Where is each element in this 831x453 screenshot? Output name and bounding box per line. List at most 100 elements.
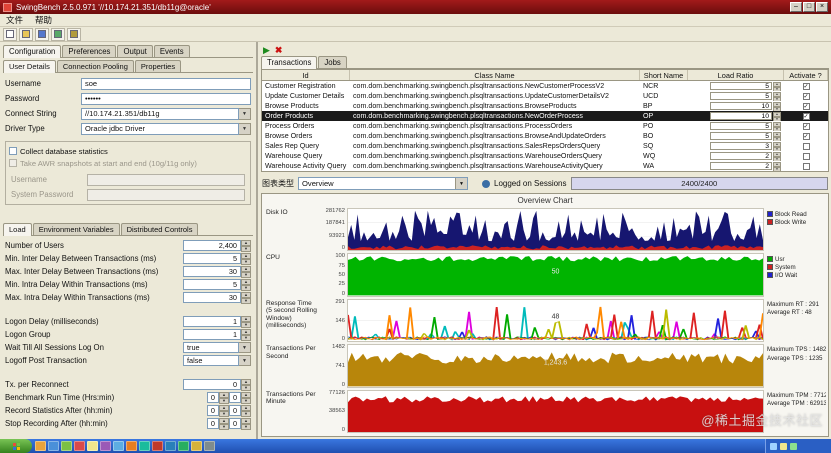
field-min-intra-delay-within-transactions-ms[interactable]: 5	[183, 279, 241, 290]
toolbar-button-lock-icon[interactable]	[67, 28, 81, 41]
load-ratio-spinner[interactable]: 2▲▼	[688, 161, 784, 171]
field-wait-till-all-sessions-log-on[interactable]: true	[183, 342, 239, 353]
taskbar-icon[interactable]	[178, 441, 189, 451]
field-max-inter-delay-between-transactions-ms[interactable]: 30	[183, 266, 241, 277]
taskbar-icon[interactable]	[204, 441, 215, 451]
chevron-down-icon[interactable]: ▼	[455, 178, 467, 189]
spinner-buttons[interactable]: ▲▼	[773, 112, 781, 120]
toolbar-button-save-file-icon[interactable]	[35, 28, 49, 41]
checkbox-icon[interactable]: ✓	[803, 123, 810, 130]
spinner-buttons[interactable]: ▲▼	[241, 253, 251, 264]
column-header-short-name[interactable]: Short Name	[640, 70, 688, 80]
taskbar-icon[interactable]	[126, 441, 137, 451]
table-row[interactable]: Update Customer Detailscom.dom.benchmark…	[262, 91, 828, 101]
checkbox-icon[interactable]: ✓	[803, 133, 810, 140]
spinner-buttons[interactable]: ▲▼	[773, 152, 781, 160]
tray-icon[interactable]	[790, 443, 797, 450]
spinner-buttons[interactable]: ▲▼	[241, 292, 251, 303]
spinner-down-icon[interactable]: ▼	[241, 259, 251, 265]
spinner-buttons[interactable]: ▲▼	[241, 316, 251, 327]
spinner-down-icon[interactable]: ▼	[241, 385, 251, 391]
load-ratio-spinner[interactable]: 10▲▼	[688, 101, 784, 111]
field-max-intra-delay-within-transactions-ms[interactable]: 30	[183, 292, 241, 303]
spinner-down-icon[interactable]: ▼	[241, 322, 251, 328]
activate-checkbox[interactable]: ✓	[784, 131, 828, 141]
stop-benchmark-icon[interactable]: ✖	[275, 45, 283, 55]
checkbox-icon[interactable]: ✓	[803, 93, 810, 100]
load-ratio-spinner[interactable]: 5▲▼	[688, 81, 784, 91]
table-row[interactable]: Warehouse Querycom.dom.benchmarking.swin…	[262, 151, 828, 161]
maximize-icon[interactable]: □	[803, 2, 815, 12]
load-ratio-value[interactable]: 5	[710, 92, 772, 100]
spinner-buttons[interactable]: ▲▼	[241, 240, 251, 251]
spinner-buttons[interactable]: ▲▼	[241, 266, 251, 277]
load-ratio-value[interactable]: 5	[710, 122, 772, 130]
spinner-buttons[interactable]: ▲▼	[219, 418, 229, 429]
checkbox-icon[interactable]	[803, 143, 810, 150]
taskbar-icon[interactable]	[113, 441, 124, 451]
load-ratio-spinner[interactable]: 5▲▼	[688, 91, 784, 101]
chevron-down-icon[interactable]: ▼	[239, 342, 251, 353]
field-username[interactable]	[87, 174, 245, 186]
spinner-buttons[interactable]: ▲▼	[241, 405, 251, 416]
field-system-password[interactable]	[87, 189, 245, 201]
table-row[interactable]: Browse Orderscom.dom.benchmarking.swingb…	[262, 131, 828, 141]
load-ratio-value[interactable]: 2	[710, 152, 772, 160]
spinner-down-icon[interactable]: ▼	[241, 411, 251, 417]
table-row[interactable]: Warehouse Activity Querycom.dom.benchmar…	[262, 161, 828, 171]
spinner-down-icon[interactable]: ▼	[773, 167, 781, 171]
menu-help[interactable]: 帮助	[35, 14, 52, 26]
spinner-down-icon[interactable]: ▼	[219, 424, 229, 430]
activate-checkbox[interactable]: ✓	[784, 101, 828, 111]
activate-checkbox[interactable]	[784, 151, 828, 161]
start-button[interactable]	[0, 439, 32, 453]
activate-checkbox[interactable]: ✓	[784, 121, 828, 131]
activate-checkbox[interactable]: ✓	[784, 91, 828, 101]
chevron-down-icon[interactable]: ▼	[239, 108, 251, 120]
tab-transactions[interactable]: Transactions	[261, 56, 317, 69]
spinner-buttons[interactable]: ▲▼	[773, 162, 781, 170]
chevron-down-icon[interactable]: ▼	[239, 355, 251, 366]
field-min-inter-delay-between-transactions-ms[interactable]: 5	[183, 253, 241, 264]
toolbar-button-open-file-icon[interactable]	[19, 28, 33, 41]
spinner-buttons[interactable]: ▲▼	[241, 279, 251, 290]
start-benchmark-icon[interactable]: ▶	[263, 45, 270, 55]
taskbar-icon[interactable]	[74, 441, 85, 451]
load-ratio-spinner[interactable]: 2▲▼	[688, 151, 784, 161]
toolbar-button-new-file-icon[interactable]	[3, 28, 17, 41]
load-ratio-value[interactable]: 2	[710, 162, 772, 170]
subtab-user-details[interactable]: User Details	[3, 60, 56, 73]
spinner-buttons[interactable]: ▲▼	[219, 405, 229, 416]
column-header-activate[interactable]: Activate ?	[784, 70, 828, 80]
field-number-of-users[interactable]: 2,400	[183, 240, 241, 251]
taskbar-icon[interactable]	[191, 441, 202, 451]
field-driver-type[interactable]: Oracle jdbc Driver	[81, 123, 239, 135]
checkbox-icon[interactable]: ✓	[803, 83, 810, 90]
collect-stats-checkbox[interactable]: Collect database statistics	[9, 145, 247, 157]
spinner-buttons[interactable]: ▲▼	[773, 102, 781, 110]
checkbox-icon[interactable]	[9, 147, 17, 155]
field-tx-per-reconnect[interactable]: 0	[183, 379, 241, 390]
spinner-buttons[interactable]: ▲▼	[241, 379, 251, 390]
tab-preferences[interactable]: Preferences	[62, 45, 116, 57]
chart-type-select[interactable]: Overview ▼	[298, 177, 468, 190]
column-header-load-ratio[interactable]: Load Ratio	[688, 70, 784, 80]
toolbar-button-chart-icon[interactable]	[51, 28, 65, 41]
taskbar-icon[interactable]	[35, 441, 46, 451]
field-connect-string[interactable]: //10.174.21.351/db11g	[81, 108, 239, 120]
spinner-down-icon[interactable]: ▼	[241, 285, 251, 291]
activate-checkbox[interactable]	[784, 161, 828, 171]
checkbox-icon[interactable]: ✓	[803, 103, 810, 110]
spinner-down-icon[interactable]: ▼	[241, 272, 251, 278]
taskbar-icon[interactable]	[100, 441, 111, 451]
activate-checkbox[interactable]: ✓	[784, 111, 828, 121]
spinner-buttons[interactable]: ▲▼	[219, 392, 229, 403]
taskbar-icon[interactable]	[87, 441, 98, 451]
minimize-icon[interactable]: –	[790, 2, 802, 12]
loadtab-load[interactable]: Load	[3, 223, 32, 236]
chevron-down-icon[interactable]: ▼	[239, 123, 251, 135]
field-stop-recording-after-hh-min[interactable]: 0	[207, 418, 219, 429]
table-row[interactable]: Sales Rep Querycom.dom.benchmarking.swin…	[262, 141, 828, 151]
tab-output[interactable]: Output	[117, 45, 152, 57]
spinner-buttons[interactable]: ▲▼	[773, 142, 781, 150]
